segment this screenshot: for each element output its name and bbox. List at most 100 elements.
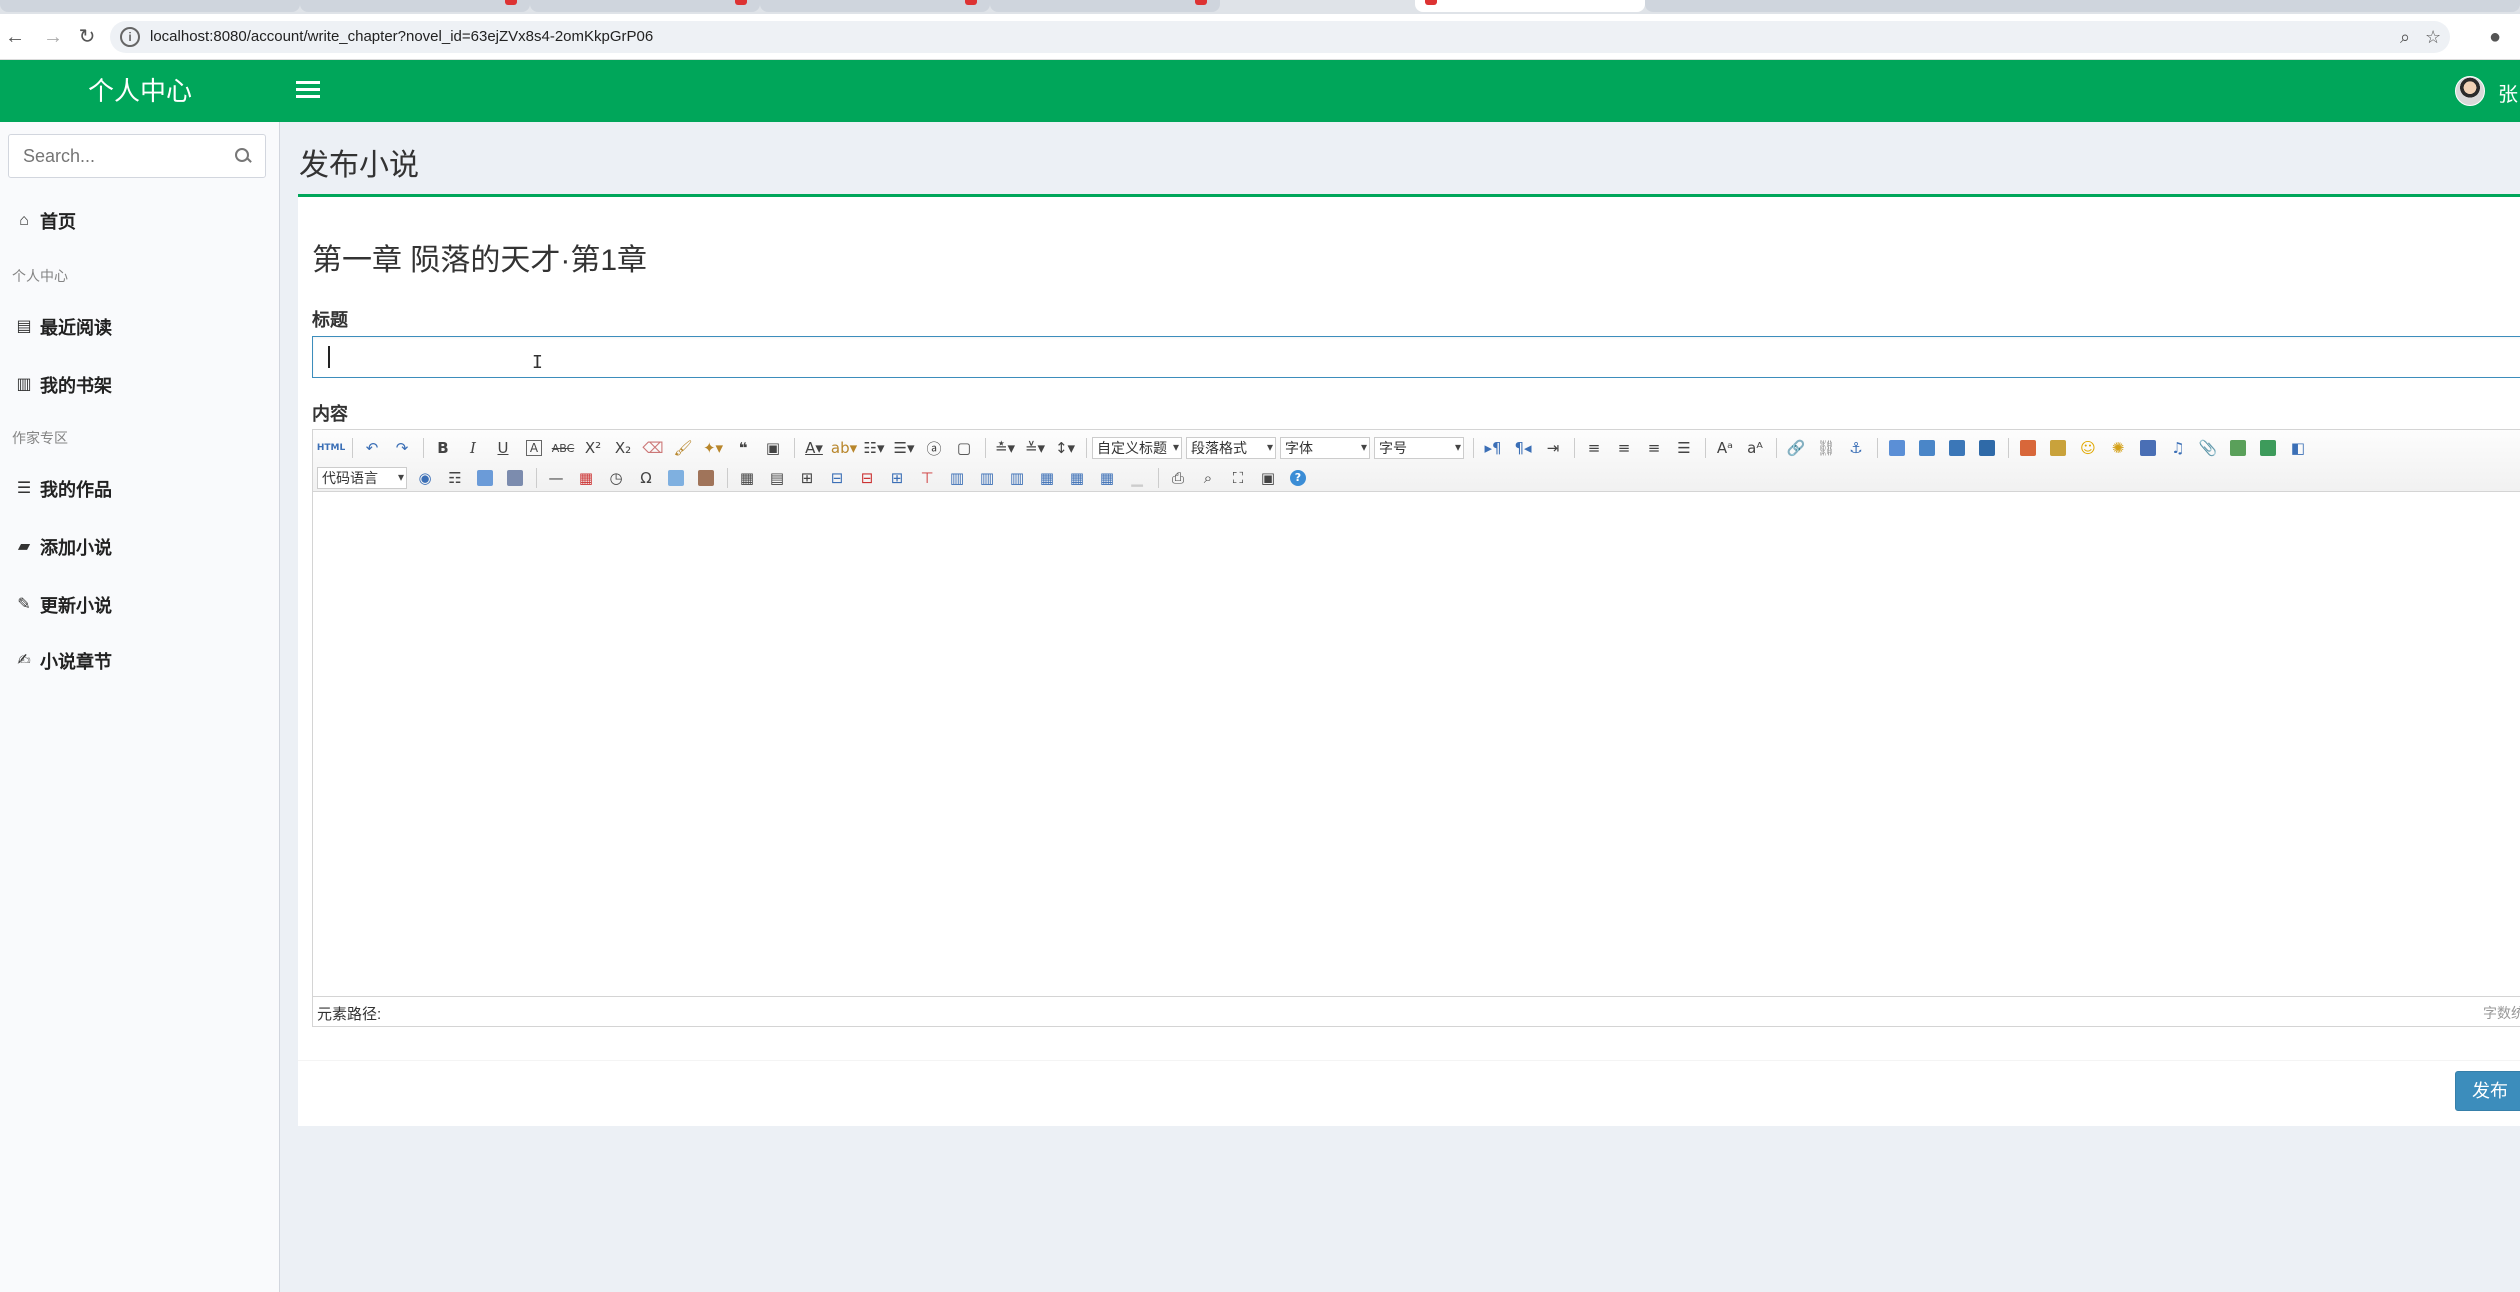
search-replace-icon[interactable]: ⛶ xyxy=(1224,465,1252,491)
superscript-icon[interactable]: X² xyxy=(579,435,607,461)
time-icon[interactable]: ◷ xyxy=(602,465,630,491)
delete-row-icon[interactable]: ⊟ xyxy=(853,465,881,491)
blockquote-icon[interactable]: ❝ xyxy=(729,435,757,461)
align-center-icon[interactable]: ≡ xyxy=(1610,435,1638,461)
format-brush-icon[interactable]: 🖌 xyxy=(669,435,697,461)
chapter-title-input[interactable] xyxy=(312,336,2520,378)
indent-icon[interactable]: ⇥ xyxy=(1539,435,1567,461)
insert-image-icon[interactable] xyxy=(2044,435,2072,461)
split-to-cols-icon[interactable]: ▦ xyxy=(1093,465,1121,491)
tolowercase-icon[interactable]: aᴬ xyxy=(1741,435,1769,461)
insert-table-icon[interactable]: ▦ xyxy=(733,465,761,491)
page-break-icon[interactable]: ◉ xyxy=(411,465,439,491)
emotion-icon[interactable]: ☺ xyxy=(2074,435,2102,461)
subscript-icon[interactable]: X₂ xyxy=(609,435,637,461)
sidebar-item-recent-reading[interactable]: ▤ 最近阅读 xyxy=(14,312,112,342)
sidebar-item-bookshelf[interactable]: ▥ 我的书架 xyxy=(14,370,112,400)
background-icon[interactable] xyxy=(471,465,499,491)
auto-format-icon[interactable]: ✦▾ xyxy=(699,435,727,461)
editor-content-area[interactable] xyxy=(313,493,2520,993)
insert-code-icon[interactable] xyxy=(501,465,529,491)
publish-button[interactable]: 发布 xyxy=(2455,1071,2520,1111)
date-icon[interactable]: ▦ xyxy=(572,465,600,491)
strikethrough-icon[interactable]: ABC xyxy=(549,435,577,461)
back-icon[interactable]: ← xyxy=(2,24,28,50)
anchor-icon[interactable]: ⚓ xyxy=(1842,435,1870,461)
snapscreen-icon[interactable] xyxy=(692,465,720,491)
sidebar-item-home[interactable]: ⌂ 首页 xyxy=(14,206,76,236)
redo-icon[interactable]: ↷ xyxy=(388,435,416,461)
image-none-icon[interactable] xyxy=(1883,435,1911,461)
user-name[interactable]: 张 xyxy=(2498,78,2518,107)
align-justify-icon[interactable]: ☰ xyxy=(1670,435,1698,461)
scrawl-icon[interactable]: ✺ xyxy=(2104,435,2132,461)
image-left-icon[interactable] xyxy=(1913,435,1941,461)
delete-table-icon[interactable]: ▤ xyxy=(763,465,791,491)
browser-tab[interactable] xyxy=(990,0,1220,12)
url-field[interactable]: i localhost:8080/account/write_chapter?n… xyxy=(110,21,2450,53)
unordered-list-icon[interactable]: ☰▾ xyxy=(890,435,918,461)
search-icon[interactable] xyxy=(235,148,251,164)
image-center-icon[interactable] xyxy=(1973,435,2001,461)
merge-down-icon[interactable]: ▥ xyxy=(1003,465,1031,491)
ordered-list-icon[interactable]: ☷▾ xyxy=(860,435,888,461)
row-spacing-top-icon[interactable]: ≛▾ xyxy=(991,435,1019,461)
charts-icon[interactable]: ▁ xyxy=(1123,465,1151,491)
sidebar-item-chapters[interactable]: ✍ 小说章节 xyxy=(14,646,112,676)
image-right-icon[interactable] xyxy=(1943,435,1971,461)
drafts-icon[interactable]: ▣ xyxy=(1254,465,1282,491)
font-family-select[interactable]: 字体 xyxy=(1280,437,1370,459)
insert-frame-icon[interactable]: ◧ xyxy=(2284,435,2312,461)
paragraph-format-select[interactable]: 段落格式 xyxy=(1186,437,1276,459)
highlight-color-icon[interactable]: ab▾ xyxy=(830,435,858,461)
unlink-icon[interactable]: ⛓ xyxy=(1812,435,1840,461)
music-icon[interactable]: ♫ xyxy=(2164,435,2192,461)
site-info-icon[interactable]: i xyxy=(120,27,140,47)
help-icon[interactable]: ? xyxy=(1284,465,1312,491)
wordimage-icon[interactable] xyxy=(662,465,690,491)
merge-cells-icon[interactable]: ▥ xyxy=(943,465,971,491)
sidebar-item-add-novel[interactable]: ▰ 添加小说 xyxy=(14,532,112,562)
insert-col-icon[interactable]: ⊞ xyxy=(883,465,911,491)
direction-rtl-icon[interactable]: ¶◂ xyxy=(1509,435,1537,461)
map-icon[interactable] xyxy=(2224,435,2252,461)
touppercase-icon[interactable]: Aᵃ xyxy=(1711,435,1739,461)
html-source-icon[interactable]: HTML xyxy=(317,435,345,461)
print-icon[interactable]: ⎙ xyxy=(1164,465,1192,491)
sidebar-item-update-novel[interactable]: ✎ 更新小说 xyxy=(14,590,112,620)
row-spacing-bottom-icon[interactable]: ≚▾ xyxy=(1021,435,1049,461)
attachment-icon[interactable]: 📎 xyxy=(2194,435,2222,461)
horizontal-rule-icon[interactable]: — xyxy=(542,465,570,491)
delete-col-icon[interactable]: ⊤ xyxy=(913,465,941,491)
zoom-icon[interactable]: ⌕ xyxy=(2400,27,2410,48)
bookmark-star-icon[interactable]: ☆ xyxy=(2425,27,2441,48)
align-left-icon[interactable]: ≡ xyxy=(1580,435,1608,461)
eraser-icon[interactable]: ⌫ xyxy=(639,435,667,461)
insert-paragraph-before-table-icon[interactable]: ⊞ xyxy=(793,465,821,491)
sidebar-toggle-icon[interactable] xyxy=(296,78,320,102)
gmap-icon[interactable] xyxy=(2254,435,2282,461)
paste-plain-icon[interactable]: ▣ xyxy=(759,435,787,461)
browser-tab[interactable] xyxy=(0,0,300,12)
direction-ltr-icon[interactable]: ▸¶ xyxy=(1479,435,1507,461)
undo-icon[interactable]: ↶ xyxy=(358,435,386,461)
font-size-select[interactable]: 字号 xyxy=(1374,437,1464,459)
italic-icon[interactable]: I xyxy=(459,435,487,461)
clear-doc-icon[interactable]: ▢ xyxy=(950,435,978,461)
insert-video-icon[interactable] xyxy=(2134,435,2162,461)
browser-tab[interactable] xyxy=(760,0,990,12)
insert-row-icon[interactable]: ⊟ xyxy=(823,465,851,491)
special-char-icon[interactable]: Ω xyxy=(632,465,660,491)
preview-icon[interactable]: ⌕ xyxy=(1194,465,1222,491)
selectall-icon[interactable]: ⓐ xyxy=(920,435,948,461)
profile-icon[interactable]: ● xyxy=(2482,24,2508,50)
browser-tab[interactable] xyxy=(530,0,760,12)
sidebar-item-my-works[interactable]: ☰ 我的作品 xyxy=(14,474,112,504)
split-to-rows-icon[interactable]: ▦ xyxy=(1063,465,1091,491)
underline-icon[interactable]: U xyxy=(489,435,517,461)
bold-icon[interactable]: B xyxy=(429,435,457,461)
code-language-select[interactable]: 代码语言 xyxy=(317,467,407,489)
merge-right-icon[interactable]: ▥ xyxy=(973,465,1001,491)
split-to-cells-icon[interactable]: ▦ xyxy=(1033,465,1061,491)
browser-tab-active[interactable] xyxy=(1415,0,1645,12)
